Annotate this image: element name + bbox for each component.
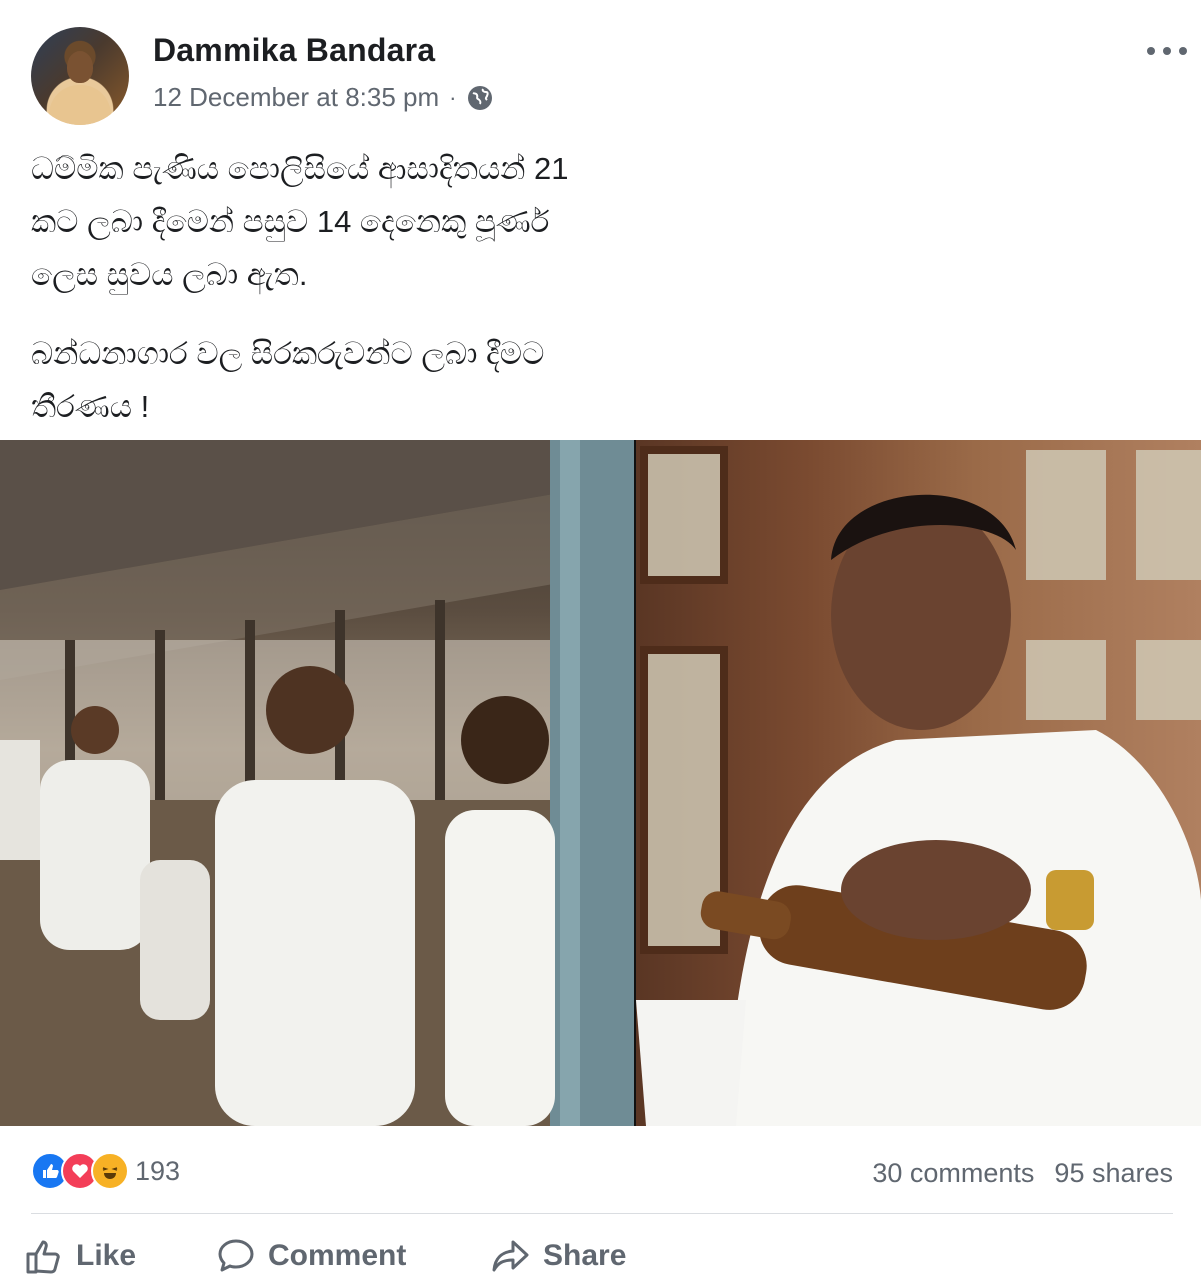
post-timestamp[interactable]: 12 December at 8:35 pm [153, 82, 439, 113]
post-text-line: තීරණය ! [31, 389, 150, 424]
reactions-count: 193 [135, 1155, 181, 1186]
post-text-line: ලෙස සුවය ලබා ඇත. [31, 257, 308, 292]
post-paragraph-2: බන්ධනාගාර වල සිරකරුවන්ට ලබා දීමට තීරණය ! [31, 327, 631, 433]
like-label: Like [76, 1238, 137, 1272]
thumbs-up-icon [26, 1240, 60, 1273]
share-arrow-icon [492, 1240, 529, 1271]
share-button[interactable]: Share [491, 1228, 626, 1283]
like-button[interactable]: Like [24, 1228, 136, 1283]
post-text-line: බන්ධනාගාර වල සිරකරුවන්ට ලබා දීමට [31, 336, 545, 371]
shares-count[interactable]: 95 shares [1054, 1158, 1173, 1189]
more-options-icon[interactable] [1147, 44, 1187, 58]
author-avatar[interactable] [31, 27, 129, 125]
post-actions: Like Comment Share [0, 1228, 1201, 1283]
comment-icon [218, 1239, 254, 1271]
engagement-stats: 30 comments 95 shares [872, 1158, 1173, 1189]
photo-left-panel [0, 440, 634, 1126]
post-text: ධම්මික පැණිය පොලිසියේ ආසාදිතයන් 21 කට ලබ… [31, 142, 631, 433]
actions-divider [31, 1213, 1173, 1214]
comments-count[interactable]: 30 comments [872, 1158, 1034, 1189]
comment-button[interactable]: Comment [216, 1228, 406, 1283]
haha-icon [91, 1152, 129, 1190]
author-name[interactable]: Dammika Bandara [153, 32, 435, 69]
post-text-line: ධම්මික පැණිය පොලිසියේ ආසාදිතයන් 21 [31, 151, 569, 186]
post-meta: 12 December at 8:35 pm · [153, 82, 494, 113]
globe-icon [466, 84, 494, 112]
photo-right-panel [636, 440, 1201, 1126]
post-paragraph-1: ධම්මික පැණිය පොලිසියේ ආසාදිතයන් 21 කට ලබ… [31, 142, 631, 301]
comment-label: Comment [268, 1238, 407, 1272]
share-label: Share [543, 1238, 627, 1272]
post-photo[interactable] [0, 440, 1201, 1126]
meta-separator: · [449, 84, 457, 110]
reactions-summary[interactable]: 193 [31, 1152, 180, 1190]
post-text-line: කට ලබා දීමෙන් පසුව 14 දෙනෙකු පූර්ණ [31, 204, 550, 239]
post-header: Dammika Bandara 12 December at 8:35 pm · [0, 0, 1201, 130]
